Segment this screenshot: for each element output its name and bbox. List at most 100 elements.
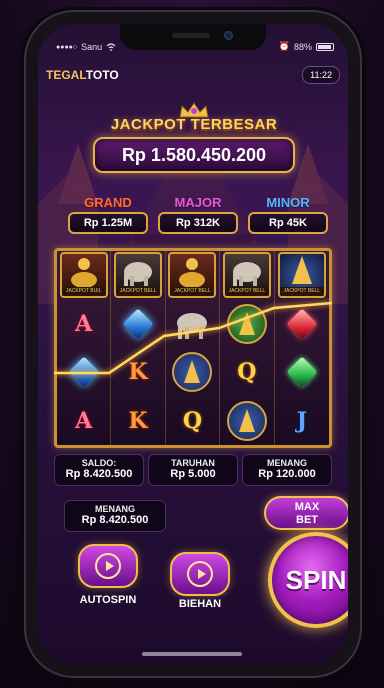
- stupa-green-icon: [226, 303, 267, 344]
- reel-cell: A: [57, 299, 112, 348]
- blue-gem-icon: [122, 308, 154, 340]
- top-bar: TEGALTOTO 11:22: [46, 64, 340, 86]
- reel-cell: JACKPOT BELL: [275, 251, 329, 300]
- jackpot-title: JACKPOT TERBESAR: [110, 116, 278, 133]
- notch: [120, 24, 266, 50]
- battery-icon: [315, 42, 334, 51]
- carrier-label: Sanu: [81, 42, 103, 52]
- signal-icon: ●●●●○: [56, 43, 78, 51]
- brand-logo: TEGALTOTO: [46, 68, 119, 82]
- slot-reels: JACKPOT BUIL JACKPOT BELL JACKPOT BELL J…: [54, 248, 332, 448]
- reel-cell: JACKPOT BELL: [111, 251, 166, 300]
- tier-major: MAJOR Rp 312K: [158, 195, 238, 234]
- card-caption: JACKPOT BELL: [224, 287, 269, 297]
- reel-cell: [275, 300, 329, 349]
- elephant-icon: [177, 312, 208, 339]
- alarm-icon: ⏰: [278, 41, 290, 51]
- bet-icon: [187, 561, 213, 587]
- status-right: ⏰ 88%: [279, 41, 334, 52]
- home-indicator: [142, 652, 242, 656]
- blue-gem-icon: [68, 356, 100, 388]
- symbol-a: A: [75, 310, 93, 337]
- symbol-a: A: [75, 407, 93, 434]
- spin-button[interactable]: SPIN: [268, 532, 348, 628]
- camera: [224, 31, 233, 40]
- autospin-label: AUTOSPIN: [79, 594, 137, 606]
- green-gem-icon: [286, 356, 318, 388]
- tier-minor-label: MINOR: [266, 195, 310, 210]
- menang-label: MENANG: [267, 458, 307, 468]
- symbol-k: K: [128, 359, 148, 386]
- symbol-j: J: [296, 407, 307, 434]
- tier-grand-value: Rp 1.25M: [68, 212, 148, 234]
- menang-panel: MENANG Rp 120.000: [242, 454, 332, 486]
- bet-label: BIEHAN: [178, 598, 222, 610]
- symbol-q: Q: [182, 407, 203, 434]
- max-bet-line1: MAX: [294, 501, 320, 513]
- reel-cell: A: [57, 396, 112, 445]
- bet-button[interactable]: [170, 552, 230, 596]
- menang-total-label: MENANG: [95, 504, 135, 514]
- elephant-icon: [232, 262, 261, 287]
- reel-cell: [220, 396, 275, 445]
- reel-cell: [57, 348, 112, 397]
- buddha-card: JACKPOT BUIL: [59, 252, 108, 299]
- jackpot-amount: Rp 1.580.450.200: [93, 137, 295, 173]
- card-caption: JACKPOT BUIL: [61, 287, 106, 297]
- stupa-card: JACKPOT BELL: [277, 252, 326, 299]
- tier-minor: MINOR Rp 45K: [248, 195, 328, 234]
- symbol-k: K: [128, 407, 148, 434]
- max-bet-line2: BET: [296, 514, 318, 526]
- red-gem-icon: [286, 308, 318, 340]
- brand-part1: TEGAL: [46, 68, 86, 82]
- tier-minor-value: Rp 45K: [248, 212, 328, 234]
- buddha-icon: [179, 258, 206, 289]
- elephant-card: JACKPOT BELL: [222, 252, 271, 299]
- tier-grand-label: GRAND: [84, 195, 132, 210]
- menang-value: Rp 120.000: [258, 468, 316, 480]
- autospin-icon: [95, 553, 121, 579]
- card-caption: JACKPOT BELL: [170, 287, 215, 297]
- saldo-value: Rp 8.420.500: [65, 468, 133, 480]
- stupa-blue-icon: [172, 352, 213, 393]
- buddha-card: JACKPOT BELL: [168, 252, 217, 299]
- wifi-icon: [106, 43, 116, 51]
- taruhan-panel: TARUHAN Rp 5.000: [148, 454, 238, 486]
- speaker: [172, 33, 210, 38]
- symbol-q: Q: [237, 359, 257, 386]
- menang-total-panel: MENANG Rp 8.420.500: [64, 500, 166, 532]
- reel-cell: Q: [220, 348, 275, 397]
- battery-percent: 88%: [293, 41, 312, 52]
- game-screen: ●●●●○ Sanu 11:22 AM ⏰ 88% TEGALTOTO 11:: [38, 24, 348, 664]
- tier-grand: GRAND Rp 1.25M: [68, 195, 148, 234]
- phone-frame: ●●●●○ Sanu 11:22 AM ⏰ 88% TEGALTOTO 11:: [26, 12, 360, 676]
- reel-cell: JACKPOT BUIL: [57, 251, 112, 300]
- tier-major-value: Rp 312K: [158, 212, 238, 234]
- reel-cell: JACKPOT BELL: [220, 251, 275, 300]
- max-bet-button[interactable]: MAX BET: [264, 496, 348, 530]
- saldo-panel: SALDO: Rp 8.420.500: [54, 454, 144, 486]
- reel-cell: J: [275, 397, 329, 446]
- reel-cell: [220, 299, 275, 348]
- clock-badge: 11:22: [302, 66, 340, 84]
- tier-major-label: MAJOR: [174, 195, 222, 210]
- reel-cell: K: [111, 348, 166, 397]
- taruhan-label: TARUHAN: [171, 458, 215, 468]
- menang-total-value: Rp 8.420.500: [81, 514, 149, 526]
- stupa-blue-icon: [226, 400, 267, 441]
- stupa-icon: [291, 256, 312, 285]
- autospin-button[interactable]: [78, 544, 138, 588]
- reel-cell: JACKPOT BELL: [166, 251, 221, 300]
- elephant-icon: [124, 262, 153, 287]
- brand-part2: TOTO: [85, 68, 119, 82]
- reel-cell: [111, 299, 166, 348]
- card-caption: JACKPOT BELL: [279, 287, 324, 297]
- taruhan-value: Rp 5.000: [170, 468, 216, 480]
- reel-cell: [166, 299, 221, 348]
- reel-cell: [166, 348, 221, 397]
- status-left: ●●●●○ Sanu: [56, 42, 116, 52]
- elephant-card: JACKPOT BELL: [114, 252, 163, 299]
- reel-cell: Q: [166, 396, 221, 445]
- jackpot-tiers: GRAND Rp 1.25M MAJOR Rp 312K MINOR Rp 45…: [68, 195, 328, 234]
- card-caption: JACKPOT BELL: [116, 287, 161, 297]
